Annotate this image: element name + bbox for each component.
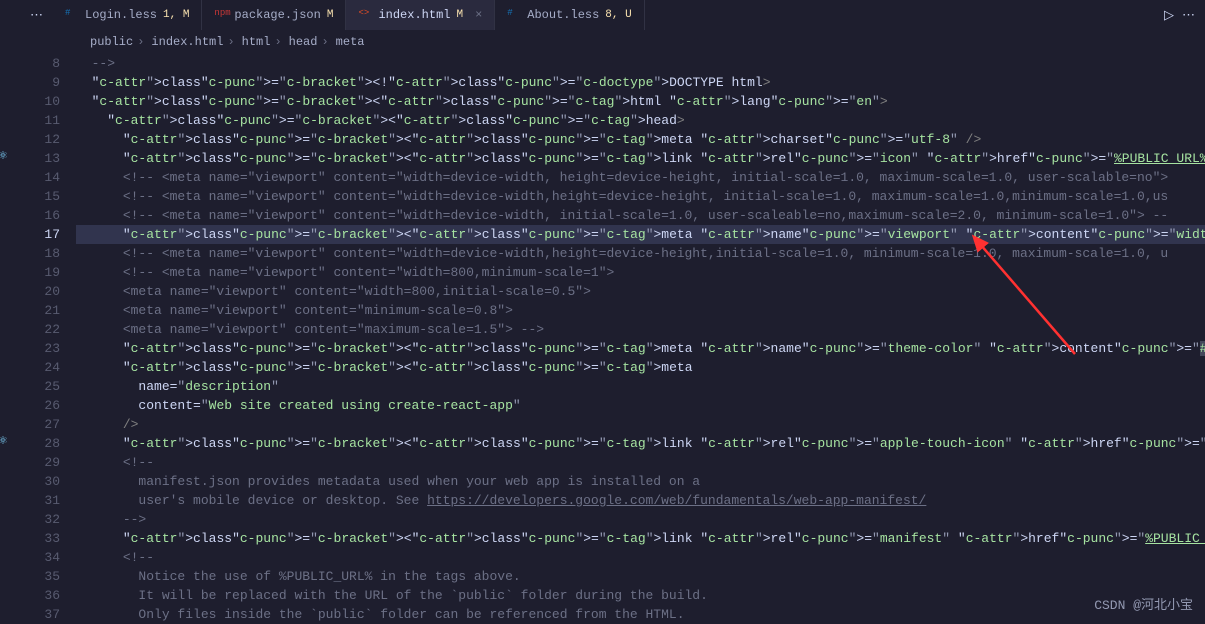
code-line[interactable]: Only files inside the `public` folder ca… xyxy=(76,605,1205,621)
breadcrumb-item[interactable]: html xyxy=(239,35,271,49)
line-number[interactable]: 37 xyxy=(16,605,60,624)
tab-modified-badge: 1, M xyxy=(163,9,189,21)
code-line[interactable]: "c-attr">class"c-punc">="c-bracket"><"c-… xyxy=(76,529,1205,548)
chevron-right-icon: › xyxy=(137,35,144,49)
code-line[interactable]: name="description" xyxy=(76,377,1205,396)
code-line[interactable]: Notice the use of %PUBLIC_URL% in the ta… xyxy=(76,567,1205,586)
chevron-right-icon: › xyxy=(321,35,328,49)
code-line[interactable]: manifest.json provides metadata used whe… xyxy=(76,472,1205,491)
code-line[interactable]: <!-- xyxy=(76,453,1205,472)
code-line[interactable]: <!-- xyxy=(76,548,1205,567)
chevron-right-icon: › xyxy=(274,35,281,49)
chevron-right-icon: › xyxy=(227,35,234,49)
line-number[interactable]: 34 xyxy=(16,548,60,567)
file-icon: npm xyxy=(214,8,228,22)
line-number[interactable]: 17 xyxy=(16,225,60,244)
line-number[interactable]: 8 xyxy=(16,54,60,73)
code-line[interactable]: <meta name="viewport" content="minimum-s… xyxy=(76,301,1205,320)
tab-modified-badge: 8, U xyxy=(605,9,631,21)
tab-Login-less[interactable]: # Login.less 1, M xyxy=(53,0,202,30)
line-number[interactable]: 35 xyxy=(16,567,60,586)
file-icon: # xyxy=(65,8,79,22)
line-number[interactable]: 15 xyxy=(16,187,60,206)
tab-package-json[interactable]: npm package.json M xyxy=(202,0,346,30)
line-number[interactable]: 21 xyxy=(16,301,60,320)
run-icon[interactable]: ▷ xyxy=(1164,8,1174,23)
editor[interactable]: > Aa ab .* 无结果 ↑ ↓ × ⚛⚛ 8910111213141516… xyxy=(0,54,1205,621)
line-number[interactable]: 24 xyxy=(16,358,60,377)
line-number[interactable]: 13 xyxy=(16,149,60,168)
react-icon[interactable]: ⚛ xyxy=(0,434,8,448)
line-number[interactable]: 16 xyxy=(16,206,60,225)
code-line[interactable]: --> xyxy=(76,54,1205,73)
line-number[interactable]: 26 xyxy=(16,396,60,415)
breadcrumb-item[interactable]: index.html xyxy=(148,35,223,49)
breadcrumb-item[interactable]: head xyxy=(286,35,318,49)
code-line[interactable]: <meta name="viewport" content="maximum-s… xyxy=(76,320,1205,339)
toolbar-more-icon[interactable]: ⋯ xyxy=(20,8,53,23)
line-number[interactable]: 9 xyxy=(16,73,60,92)
line-number[interactable]: 10 xyxy=(16,92,60,111)
line-number[interactable]: 33 xyxy=(16,529,60,548)
tab-About-less[interactable]: # About.less 8, U xyxy=(495,0,644,30)
line-number[interactable]: 36 xyxy=(16,586,60,605)
line-number[interactable]: 14 xyxy=(16,168,60,187)
code-line[interactable]: <!-- <meta name="viewport" content="widt… xyxy=(76,168,1205,187)
tab-label: index.html xyxy=(378,8,450,22)
tab-modified-badge: M xyxy=(327,9,334,21)
code-line[interactable]: "c-attr">class"c-punc">="c-bracket"><"c-… xyxy=(76,225,1205,244)
react-icon[interactable]: ⚛ xyxy=(0,149,8,163)
code-line[interactable]: "c-attr">class"c-punc">="c-bracket"><"c-… xyxy=(76,149,1205,168)
more-icon[interactable]: ⋯ xyxy=(1182,8,1195,23)
line-number[interactable]: 11 xyxy=(16,111,60,130)
line-number[interactable]: 30 xyxy=(16,472,60,491)
line-number[interactable]: 20 xyxy=(16,282,60,301)
tab-modified-badge: M xyxy=(456,9,463,21)
watermark: CSDN @河北小宝 xyxy=(1094,594,1193,613)
line-number[interactable]: 28 xyxy=(16,434,60,453)
close-icon[interactable]: × xyxy=(475,8,482,22)
line-number[interactable]: 19 xyxy=(16,263,60,282)
line-number[interactable]: 31 xyxy=(16,491,60,510)
breadcrumb[interactable]: public›index.html›html›head›meta xyxy=(0,30,1205,54)
code-line[interactable]: It will be replaced with the URL of the … xyxy=(76,586,1205,605)
breadcrumb-item[interactable]: public xyxy=(90,35,133,49)
line-number[interactable]: 18 xyxy=(16,244,60,263)
code-area[interactable]: --> "c-attr">class"c-punc">="c-bracket">… xyxy=(76,54,1205,621)
code-line[interactable]: "c-attr">class"c-punc">="c-bracket"><"c-… xyxy=(76,111,1205,130)
code-line[interactable]: <!-- <meta name="viewport" content="widt… xyxy=(76,263,1205,282)
code-line[interactable]: "c-attr">class"c-punc">="c-bracket"><"c-… xyxy=(76,434,1205,453)
line-number[interactable]: 23 xyxy=(16,339,60,358)
line-number[interactable]: 12 xyxy=(16,130,60,149)
code-line[interactable]: content="Web site created using create-r… xyxy=(76,396,1205,415)
file-icon: <> xyxy=(358,8,372,22)
line-number[interactable]: 32 xyxy=(16,510,60,529)
tab-index-html[interactable]: <> index.html M × xyxy=(346,0,495,30)
code-line[interactable]: "c-attr">class"c-punc">="c-bracket"><"c-… xyxy=(76,339,1205,358)
code-line[interactable]: <meta name="viewport" content="width=800… xyxy=(76,282,1205,301)
tab-label: About.less xyxy=(527,8,599,22)
line-gutter[interactable]: 8910111213141516171819202122232425262728… xyxy=(16,54,76,621)
code-line[interactable]: <!-- <meta name="viewport" content="widt… xyxy=(76,244,1205,263)
code-line[interactable]: <!-- <meta name="viewport" content="widt… xyxy=(76,206,1205,225)
code-line[interactable]: <!-- <meta name="viewport" content="widt… xyxy=(76,187,1205,206)
breadcrumb-item[interactable]: meta xyxy=(333,35,365,49)
code-line[interactable]: user's mobile device or desktop. See htt… xyxy=(76,491,1205,510)
tab-label: Login.less xyxy=(85,8,157,22)
tab-bar: ⋯ # Login.less 1, M npm package.json M <> index… xyxy=(0,0,1205,30)
line-number[interactable]: 29 xyxy=(16,453,60,472)
code-line[interactable]: "c-attr">class"c-punc">="c-bracket"><!"c… xyxy=(76,73,1205,92)
code-line[interactable]: /> xyxy=(76,415,1205,434)
line-number[interactable]: 27 xyxy=(16,415,60,434)
file-icon: # xyxy=(507,8,521,22)
line-number[interactable]: 22 xyxy=(16,320,60,339)
line-number[interactable]: 25 xyxy=(16,377,60,396)
code-line[interactable]: "c-attr">class"c-punc">="c-bracket"><"c-… xyxy=(76,130,1205,149)
code-line[interactable]: "c-attr">class"c-punc">="c-bracket"><"c-… xyxy=(76,92,1205,111)
tab-label: package.json xyxy=(234,8,320,22)
code-line[interactable]: "c-attr">class"c-punc">="c-bracket"><"c-… xyxy=(76,358,1205,377)
code-line[interactable]: --> xyxy=(76,510,1205,529)
